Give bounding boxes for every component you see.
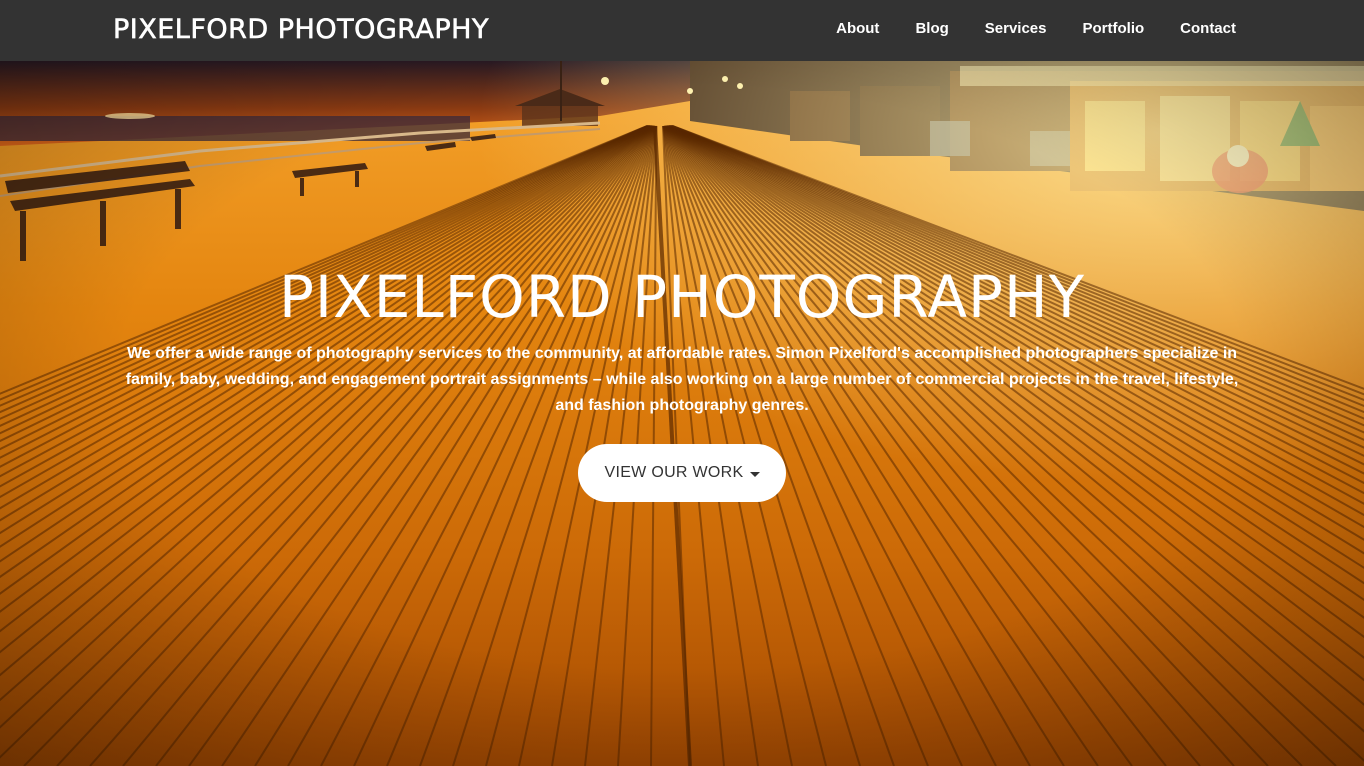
caret-down-icon <box>749 471 760 477</box>
nav-link-blog[interactable]: Blog <box>915 20 948 37</box>
view-our-work-button[interactable]: VIEW OUR WORK <box>578 444 786 502</box>
nav-link-contact[interactable]: Contact <box>1180 20 1236 37</box>
hero-section: PIXELFORD PHOTOGRAPHY We offer a wide ra… <box>0 61 1364 766</box>
nav-link-services[interactable]: Services <box>985 20 1047 37</box>
hero-description: We offer a wide range of photography ser… <box>125 345 1239 414</box>
nav-links: About Blog Services Portfolio Contact <box>836 20 1236 37</box>
hero-title: PIXELFORD PHOTOGRAPHY <box>278 263 1086 331</box>
nav-link-about[interactable]: About <box>836 20 879 37</box>
brand-logo-link[interactable]: PIXELFORD PHOTOGRAPHY <box>113 14 489 46</box>
navbar: PIXELFORD PHOTOGRAPHY About Blog Service… <box>0 0 1364 61</box>
view-our-work-label: VIEW OUR WORK <box>604 464 744 481</box>
nav-link-portfolio[interactable]: Portfolio <box>1083 20 1145 37</box>
